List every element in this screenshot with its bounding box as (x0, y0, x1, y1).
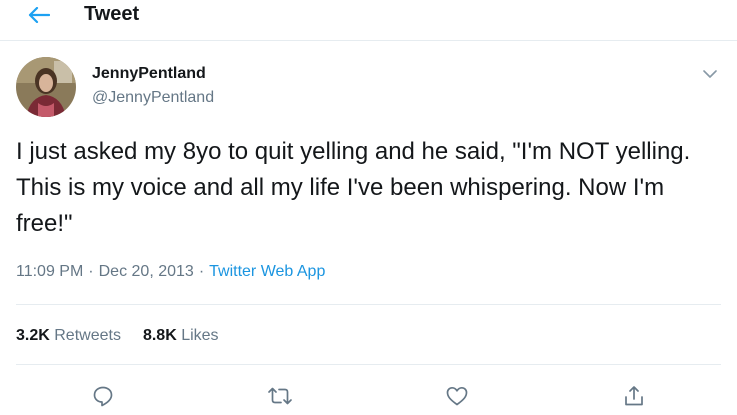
arrow-left-icon (28, 7, 50, 23)
divider (16, 364, 721, 365)
likes-stat[interactable]: 8.8K Likes (143, 327, 219, 344)
heart-icon (446, 386, 468, 406)
share-upload-icon (623, 385, 645, 407)
tweet-stats: 3.2K Retweets 8.8K Likes (16, 325, 241, 347)
avatar[interactable] (16, 57, 76, 117)
author-handle[interactable]: @JennyPentland (92, 88, 214, 108)
tweet-time[interactable]: 11:09 PM (16, 263, 83, 280)
retweet-button[interactable] (263, 381, 297, 411)
likes-count: 8.8K (142, 327, 177, 344)
meta-separator: · (198, 263, 205, 280)
profile-photo-icon (16, 57, 76, 117)
tweet-header: Tweet (0, 0, 737, 41)
tweet-text: I just asked my 8yo to quit yelling and … (16, 138, 691, 237)
page-title: Tweet (84, 3, 140, 25)
chevron-down-icon (703, 69, 717, 79)
meta-separator: · (88, 263, 94, 280)
back-button[interactable] (22, 0, 56, 30)
reply-button[interactable] (86, 381, 120, 411)
tweet-source-link[interactable]: Twitter Web App (209, 263, 325, 280)
tweet-date[interactable]: Dec 20, 2013 (99, 263, 194, 280)
share-button[interactable] (617, 381, 651, 411)
tweet-metadata: 11:09 PM · Dec 20, 2013 · Twitter Web App (16, 261, 325, 283)
retweets-stat[interactable]: 3.2K Retweets (16, 327, 121, 344)
retweets-count: 3.2K (16, 327, 50, 344)
likes-label: Likes (181, 327, 219, 344)
retweets-label: Retweets (54, 327, 121, 344)
speech-bubble-icon (92, 385, 114, 407)
divider (16, 304, 721, 305)
author-name[interactable]: JennyPentland (92, 64, 206, 84)
tweet-menu-button[interactable] (698, 64, 722, 84)
like-button[interactable] (440, 381, 474, 411)
retweet-arrows-icon (267, 386, 293, 406)
